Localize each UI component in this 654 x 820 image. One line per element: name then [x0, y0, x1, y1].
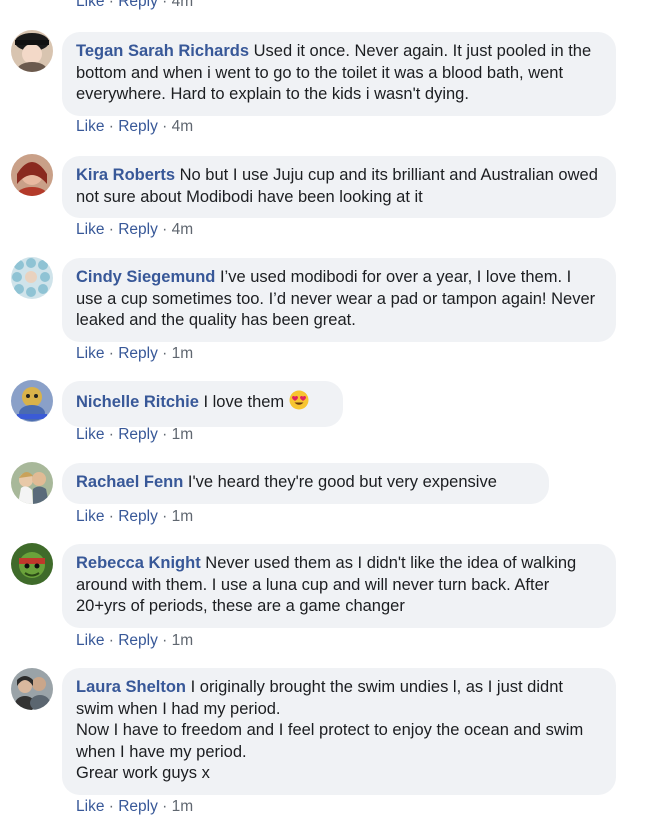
- reply-link[interactable]: Reply: [118, 426, 158, 443]
- comment-text: I've heard they're good but very expensi…: [187, 473, 497, 491]
- separator-dot: ·: [108, 508, 119, 525]
- comment-bubble: Nichelle Ritchie I love them: [62, 381, 343, 427]
- timestamp[interactable]: 4m: [172, 118, 194, 135]
- like-link[interactable]: Like: [76, 798, 104, 815]
- comment-bubble: Laura Shelton I originally brought the s…: [62, 668, 616, 795]
- avatar[interactable]: [11, 30, 53, 72]
- timestamp[interactable]: 4m: [172, 0, 194, 10]
- separator-dot: ·: [108, 426, 119, 443]
- timestamp[interactable]: 4m: [172, 221, 194, 238]
- separator-dot: ·: [162, 221, 172, 238]
- like-link[interactable]: Like: [76, 426, 104, 443]
- reply-link[interactable]: Reply: [118, 118, 158, 135]
- avatar[interactable]: [11, 154, 53, 196]
- avatar[interactable]: [11, 257, 53, 299]
- avatar[interactable]: [11, 543, 53, 585]
- timestamp[interactable]: 1m: [172, 632, 194, 649]
- comment-bubble: Kira Roberts No but I use Juju cup and i…: [62, 156, 616, 218]
- reply-link[interactable]: Reply: [118, 345, 158, 362]
- reply-link[interactable]: Reply: [118, 798, 158, 815]
- comment-author[interactable]: Cindy Siegemund: [76, 268, 215, 286]
- avatar[interactable]: [11, 380, 53, 422]
- comment-actions: Like · Reply · 4m: [76, 118, 193, 136]
- timestamp[interactable]: 1m: [172, 345, 194, 362]
- comment-author[interactable]: Nichelle Ritchie: [76, 393, 199, 411]
- separator-dot: ·: [108, 345, 119, 362]
- timestamp[interactable]: 1m: [172, 798, 194, 815]
- like-link[interactable]: Like: [76, 221, 104, 238]
- comment-actions: Like · Reply · 1m: [76, 798, 193, 816]
- comment-actions: Like · Reply · 1m: [76, 632, 193, 650]
- timestamp[interactable]: 1m: [172, 508, 194, 525]
- like-link[interactable]: Like: [76, 345, 104, 362]
- separator-dot: ·: [162, 798, 172, 815]
- separator-dot: ·: [108, 0, 119, 10]
- like-link[interactable]: Like: [76, 0, 104, 10]
- separator-dot: ·: [108, 118, 119, 135]
- avatar[interactable]: [11, 462, 53, 504]
- separator-dot: ·: [162, 118, 172, 135]
- comment-bubble: Rebecca Knight Never used them as I didn…: [62, 544, 616, 628]
- separator-dot: ·: [162, 632, 172, 649]
- separator-dot: ·: [162, 426, 172, 443]
- comment-actions: Like · Reply · 1m: [76, 426, 193, 444]
- reply-link[interactable]: Reply: [118, 0, 158, 10]
- comment-actions: Like · Reply · 1m: [76, 508, 193, 526]
- reply-link[interactable]: Reply: [118, 221, 158, 238]
- comment-author[interactable]: Laura Shelton: [76, 678, 186, 696]
- comment-text: I love them: [203, 393, 285, 411]
- comment-actions: Like · Reply · 1m: [76, 345, 193, 363]
- reply-link[interactable]: Reply: [118, 632, 158, 649]
- separator-dot: ·: [162, 0, 172, 10]
- comment-bubble: Tegan Sarah Richards Used it once. Never…: [62, 32, 616, 116]
- comment-author[interactable]: Rachael Fenn: [76, 473, 183, 491]
- comment-bubble: Cindy Siegemund I’ve used modibodi for o…: [62, 258, 616, 342]
- comment-actions-top: Like · Reply · 4m: [76, 0, 193, 11]
- like-link[interactable]: Like: [76, 632, 104, 649]
- heart-eyes-emoji: [289, 390, 309, 417]
- separator-dot: ·: [108, 632, 119, 649]
- separator-dot: ·: [162, 345, 172, 362]
- comment-author[interactable]: Rebecca Knight: [76, 554, 201, 572]
- avatar[interactable]: [11, 668, 53, 710]
- comment-actions: Like · Reply · 4m: [76, 221, 193, 239]
- comment-author[interactable]: Tegan Sarah Richards: [76, 42, 249, 60]
- like-link[interactable]: Like: [76, 118, 104, 135]
- separator-dot: ·: [108, 221, 119, 238]
- timestamp[interactable]: 1m: [172, 426, 194, 443]
- comment-bubble: Rachael Fenn I've heard they're good but…: [62, 463, 549, 504]
- reply-link[interactable]: Reply: [118, 508, 158, 525]
- separator-dot: ·: [162, 508, 172, 525]
- comment-author[interactable]: Kira Roberts: [76, 166, 175, 184]
- separator-dot: ·: [108, 798, 119, 815]
- like-link[interactable]: Like: [76, 508, 104, 525]
